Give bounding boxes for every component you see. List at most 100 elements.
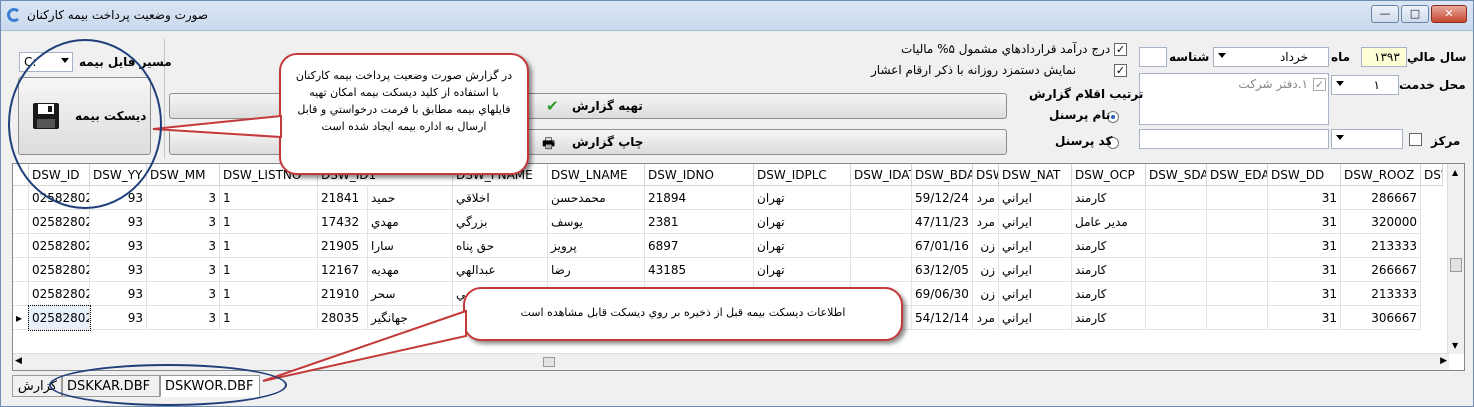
table-cell[interactable]: 213333 xyxy=(1341,282,1421,306)
table-cell[interactable]: 31 xyxy=(1268,186,1341,210)
table-cell[interactable]: 93 xyxy=(90,186,147,210)
table-cell[interactable]: 3 xyxy=(147,186,220,210)
table-cell[interactable]: مدير عامل xyxy=(1072,210,1146,234)
table-cell[interactable]: 3 xyxy=(147,210,220,234)
table-cell[interactable] xyxy=(1207,234,1268,258)
column-header[interactable]: DSW_SEX xyxy=(973,164,999,186)
table-cell[interactable]: مرد xyxy=(973,210,999,234)
table-cell[interactable]: 1 xyxy=(220,282,318,306)
table-cell[interactable]: سحر xyxy=(368,282,453,306)
scroll-down-icon[interactable]: ▼ xyxy=(1452,341,1458,350)
column-header[interactable]: DSW_EDATE xyxy=(1207,164,1268,186)
table-cell[interactable]: کارمند xyxy=(1072,282,1146,306)
table-cell[interactable]: 21905 xyxy=(318,234,368,258)
table-cell[interactable]: 02582802 xyxy=(28,305,91,331)
scroll-up-icon[interactable]: ▲ xyxy=(1452,168,1458,177)
table-cell[interactable]: رضا xyxy=(548,258,645,282)
table-cell[interactable]: 67/01/16 xyxy=(912,234,973,258)
table-cell[interactable]: 3 xyxy=(147,258,220,282)
scroll-thumb[interactable] xyxy=(543,357,555,367)
table-cell[interactable]: 3 xyxy=(147,282,220,306)
column-header[interactable]: DSW_OCP xyxy=(1072,164,1146,186)
table-cell[interactable]: ايراني xyxy=(999,186,1072,210)
table-cell[interactable]: 1 xyxy=(220,210,318,234)
close-button[interactable]: ✕ xyxy=(1431,5,1467,23)
table-cell[interactable]: عبدالهي xyxy=(453,258,548,282)
table-cell[interactable]: يوسف xyxy=(548,210,645,234)
table-cell[interactable] xyxy=(851,234,912,258)
column-header[interactable]: DSW_MM xyxy=(147,164,220,186)
column-header[interactable]: DSW_DD xyxy=(1268,164,1341,186)
table-cell[interactable]: محمدحسن xyxy=(548,186,645,210)
table-cell[interactable]: 6897 xyxy=(645,234,754,258)
table-cell[interactable]: سارا xyxy=(368,234,453,258)
table-cell[interactable]: 31 xyxy=(1268,258,1341,282)
column-header[interactable]: DSW_SDATE xyxy=(1146,164,1207,186)
table-cell[interactable]: 3 xyxy=(147,306,220,330)
table-cell[interactable]: حق پناه xyxy=(453,234,548,258)
row-header[interactable] xyxy=(13,186,29,210)
table-cell[interactable]: 02582802 xyxy=(29,186,90,210)
table-cell[interactable]: 2381 xyxy=(645,210,754,234)
tab-report[interactable]: گزارش xyxy=(12,375,62,397)
table-cell[interactable] xyxy=(1146,306,1207,330)
table-cell[interactable]: 93 xyxy=(90,306,147,330)
column-header[interactable]: DSW_IDATE xyxy=(851,164,912,186)
table-cell[interactable]: 63/12/05 xyxy=(912,258,973,282)
include-contracts-checkbox[interactable]: ✓ xyxy=(1114,43,1127,56)
table-cell[interactable]: اخلاقي xyxy=(453,186,548,210)
center-checkbox[interactable] xyxy=(1409,133,1422,146)
table-cell[interactable]: 17432 xyxy=(318,210,368,234)
table-cell[interactable] xyxy=(1146,258,1207,282)
table-cell[interactable] xyxy=(1146,186,1207,210)
vertical-scrollbar[interactable]: ▲ ▼ xyxy=(1447,164,1464,354)
table-cell[interactable]: مهدي xyxy=(368,210,453,234)
center-input[interactable] xyxy=(1139,129,1329,149)
insurance-disk-button[interactable]: ديسکت بيمه xyxy=(18,77,151,155)
table-cell[interactable]: 213333 xyxy=(1341,234,1421,258)
column-header[interactable]: DSW_ID xyxy=(29,164,90,186)
table-cell[interactable]: کارمند xyxy=(1072,234,1146,258)
table-cell[interactable]: پرويز xyxy=(548,234,645,258)
maximize-button[interactable]: □ xyxy=(1401,5,1429,23)
path-select[interactable]: C: xyxy=(19,52,73,72)
table-cell[interactable]: 93 xyxy=(90,210,147,234)
tab-dskwor[interactable]: DSKWOR.DBF xyxy=(160,375,260,397)
table-cell[interactable]: 59/12/24 xyxy=(912,186,973,210)
column-header[interactable]: DSW_ROOZ xyxy=(1341,164,1421,186)
table-cell[interactable]: ايراني xyxy=(999,282,1072,306)
table-cell[interactable]: 31 xyxy=(1268,306,1341,330)
table-cell[interactable]: 43185 xyxy=(645,258,754,282)
horizontal-scrollbar[interactable]: ◀ ▶ xyxy=(13,353,1449,370)
table-cell[interactable] xyxy=(1146,234,1207,258)
table-cell[interactable] xyxy=(1146,282,1207,306)
scroll-right-icon[interactable]: ▶ xyxy=(1440,356,1447,366)
table-cell[interactable]: کارمند xyxy=(1072,306,1146,330)
column-header[interactable]: DSW_BDATE xyxy=(912,164,973,186)
table-cell[interactable] xyxy=(1207,282,1268,306)
table-cell[interactable]: مهديه xyxy=(368,258,453,282)
table-cell[interactable]: 02582802 xyxy=(29,258,90,282)
minimize-button[interactable]: — xyxy=(1371,5,1399,23)
table-cell[interactable]: 3 xyxy=(147,234,220,258)
workplace-item-checkbox[interactable]: ✓ xyxy=(1313,78,1326,91)
row-header[interactable] xyxy=(13,258,29,282)
table-cell[interactable]: 02582802 xyxy=(29,234,90,258)
table-cell[interactable] xyxy=(851,258,912,282)
month-select[interactable]: خرداد xyxy=(1213,47,1329,67)
id-input[interactable] xyxy=(1139,47,1167,67)
table-cell[interactable]: ايراني xyxy=(999,210,1072,234)
table-cell[interactable]: تهران xyxy=(754,186,851,210)
table-cell[interactable]: ايراني xyxy=(999,258,1072,282)
table-cell[interactable]: 12167 xyxy=(318,258,368,282)
table-cell[interactable] xyxy=(1146,210,1207,234)
row-header[interactable] xyxy=(13,282,29,306)
tab-dskkar[interactable]: DSKKAR.DBF xyxy=(62,375,160,397)
table-cell[interactable]: تهران xyxy=(754,234,851,258)
table-cell[interactable]: 1 xyxy=(220,258,318,282)
column-header[interactable]: DSW_YY xyxy=(90,164,147,186)
table-cell[interactable]: 69/06/30 xyxy=(912,282,973,306)
show-daily-wage-checkbox[interactable]: ✓ xyxy=(1114,64,1127,77)
table-cell[interactable]: ايراني xyxy=(999,306,1072,330)
table-cell[interactable]: 286667 xyxy=(1341,186,1421,210)
